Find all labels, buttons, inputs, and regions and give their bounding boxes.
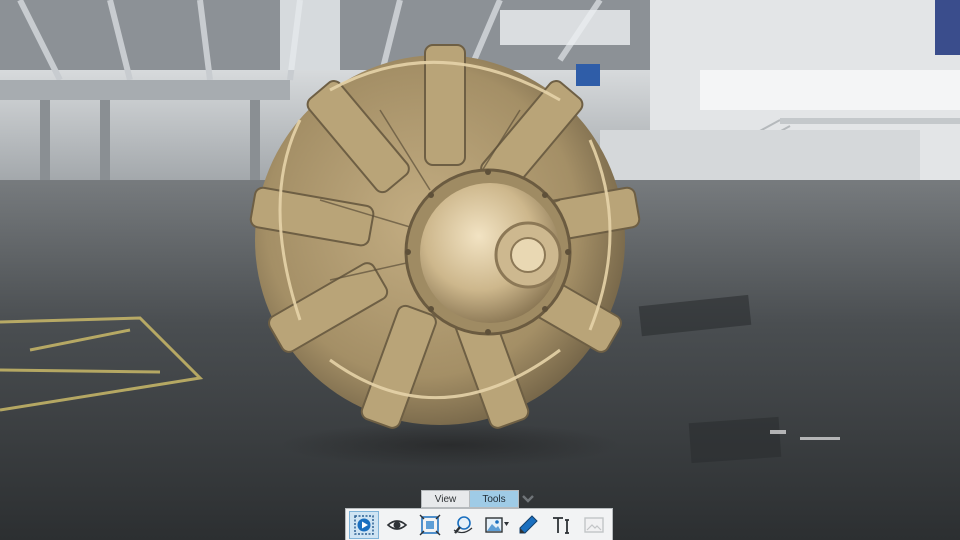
markup-draw-button[interactable] — [513, 511, 543, 539]
pencil-icon — [519, 514, 539, 533]
fit-view-button[interactable] — [415, 511, 445, 539]
eye-icon — [386, 519, 408, 530]
image-icon — [584, 516, 604, 533]
ribbon-tab-strip: View Tools — [421, 490, 537, 508]
fit-frame-icon — [419, 514, 441, 535]
play-animation-button[interactable] — [349, 510, 379, 539]
environment-image-icon — [485, 516, 504, 533]
environment-button[interactable] — [481, 511, 511, 539]
tab-tools[interactable]: Tools — [470, 490, 519, 508]
dropdown-caret-icon — [504, 521, 510, 526]
visibility-button[interactable] — [382, 511, 412, 539]
tab-view[interactable]: View — [421, 490, 470, 508]
3d-viewport[interactable] — [0, 0, 960, 540]
chevron-down-icon — [522, 495, 534, 503]
hangar-scene — [0, 0, 960, 540]
zoom-orbit-button[interactable] — [448, 511, 478, 539]
tools-toolbar — [345, 508, 613, 540]
play-frame-icon — [354, 514, 374, 535]
insert-image-button[interactable] — [579, 511, 609, 539]
collapse-ribbon-button[interactable] — [519, 490, 537, 508]
orbit-magnifier-icon — [453, 515, 472, 534]
add-text-button[interactable] — [546, 511, 576, 539]
text-cursor-icon — [553, 516, 570, 534]
